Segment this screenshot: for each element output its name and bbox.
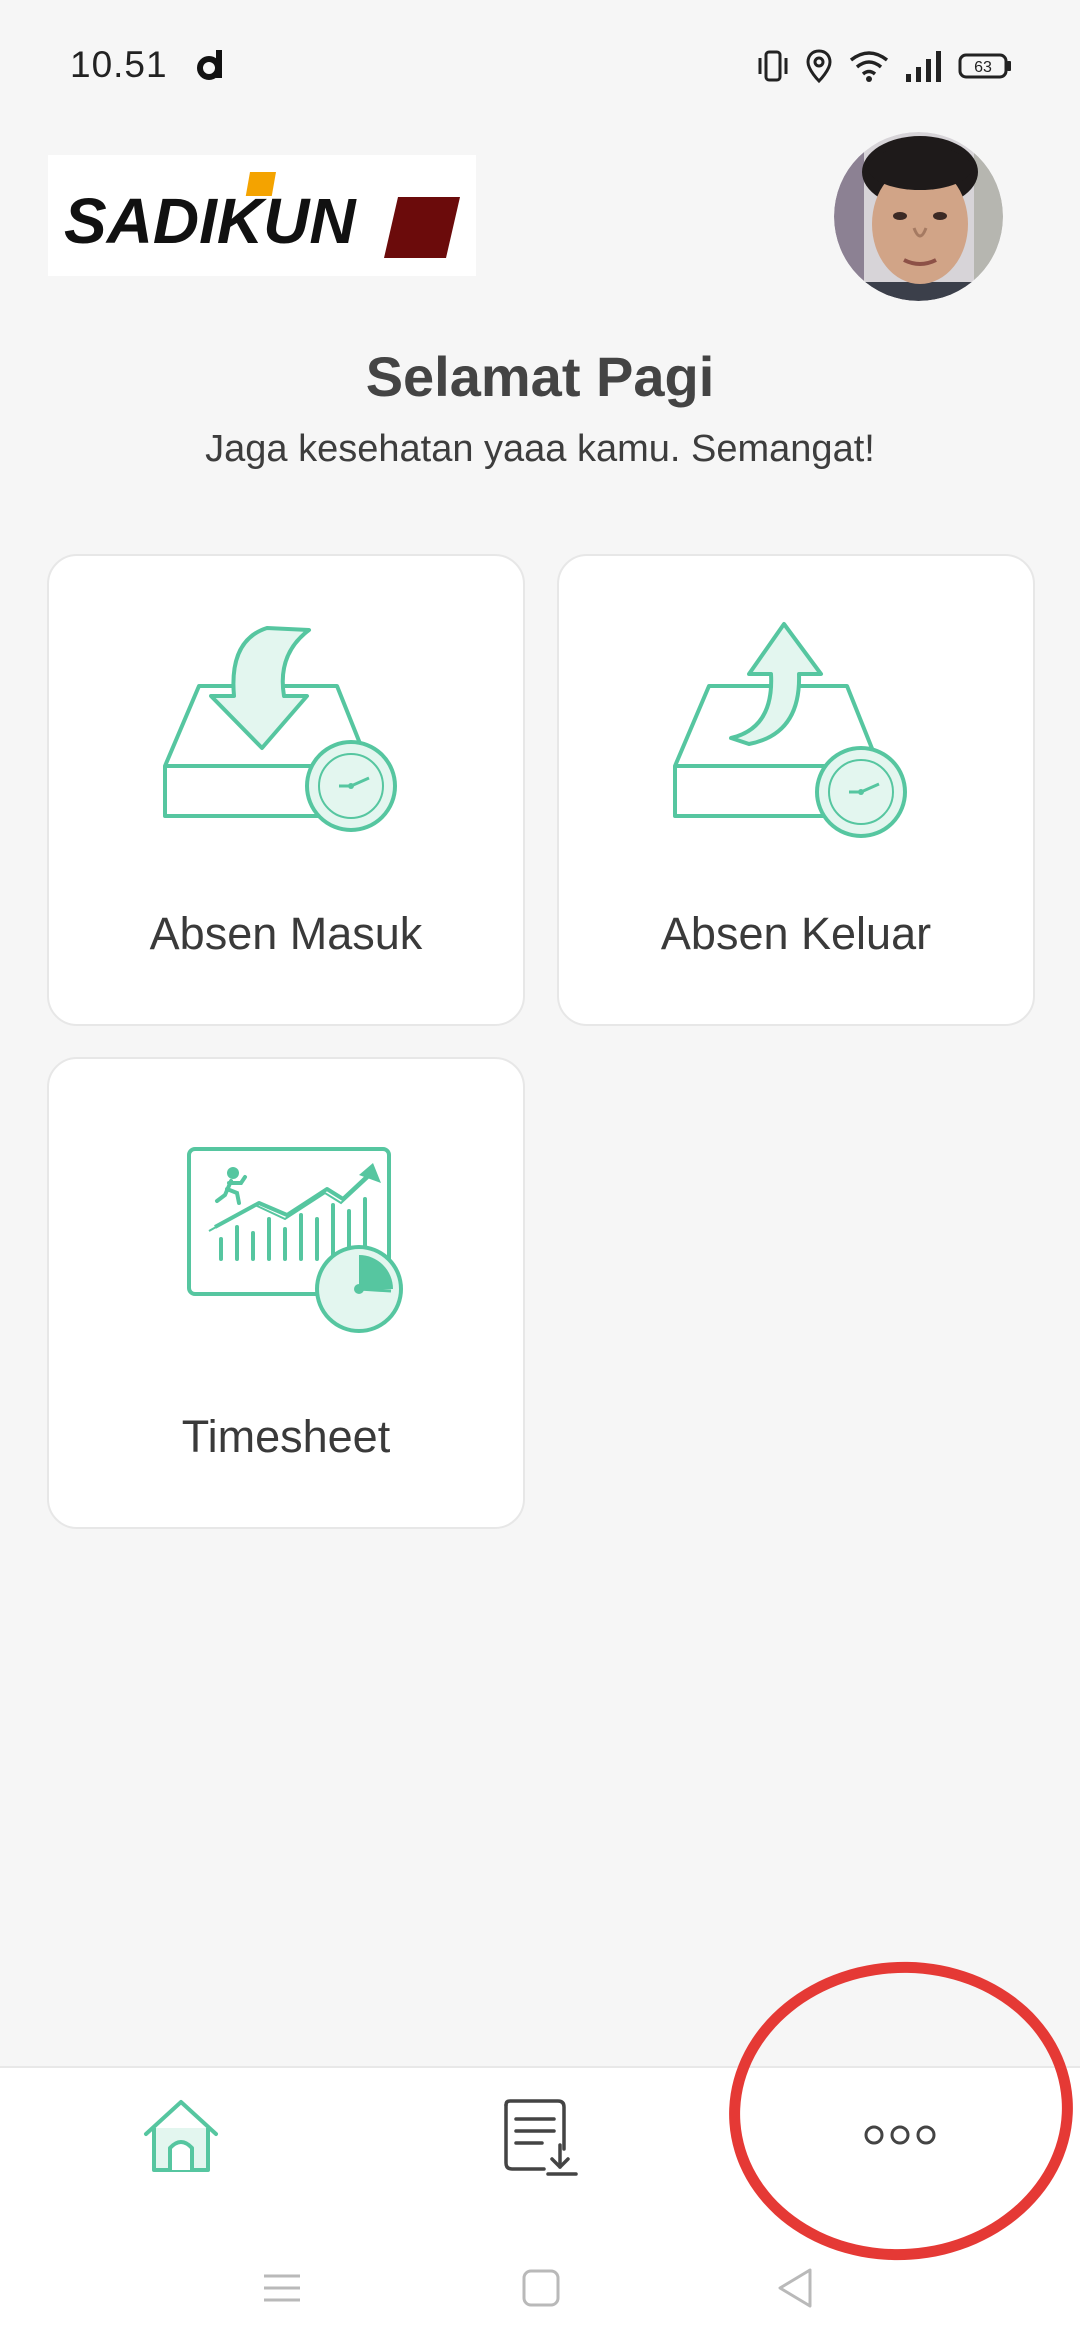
wifi-icon xyxy=(849,51,889,82)
home-button-icon[interactable] xyxy=(522,2269,560,2307)
nav-home-icon[interactable] xyxy=(140,2096,222,2176)
chart-runner-clock-icon xyxy=(187,1147,403,1333)
nav-more-icon[interactable] xyxy=(860,2120,940,2150)
app-d-icon xyxy=(197,50,222,80)
logo-text: SADIKUN xyxy=(64,185,357,257)
battery-level: 63 xyxy=(974,59,992,76)
back-button-icon[interactable] xyxy=(776,2267,814,2309)
greeting-title: Selamat Pagi xyxy=(365,345,715,408)
vibrate-icon xyxy=(758,50,788,82)
status-bar: 10.51 63 xyxy=(0,0,1080,132)
status-time: 10.51 xyxy=(70,44,168,85)
absen-keluar-card[interactable]: Absen Keluar xyxy=(557,554,1035,1026)
nav-report-icon[interactable] xyxy=(502,2097,580,2177)
recent-apps-icon[interactable] xyxy=(262,2270,302,2306)
timesheet-label: Timesheet xyxy=(181,1411,391,1462)
timesheet-card[interactable]: Timesheet xyxy=(47,1057,525,1529)
tray-upload-clock-icon xyxy=(673,622,907,838)
tray-download-clock-icon xyxy=(163,626,397,832)
greeting-subtitle: Jaga kesehatan yaaa kamu. Semangat! xyxy=(205,428,875,470)
location-icon xyxy=(806,49,832,84)
absen-masuk-card[interactable]: Absen Masuk xyxy=(47,554,525,1026)
system-nav-bar xyxy=(0,2230,1080,2340)
avatar[interactable] xyxy=(834,132,1003,301)
absen-masuk-label: Absen Masuk xyxy=(149,908,423,959)
signal-icon xyxy=(906,51,941,82)
status-icons: 63 xyxy=(756,46,1012,86)
absen-keluar-label: Absen Keluar xyxy=(660,908,932,959)
company-logo: SADIKUN xyxy=(48,155,476,276)
battery-icon: 63 xyxy=(958,53,1011,79)
